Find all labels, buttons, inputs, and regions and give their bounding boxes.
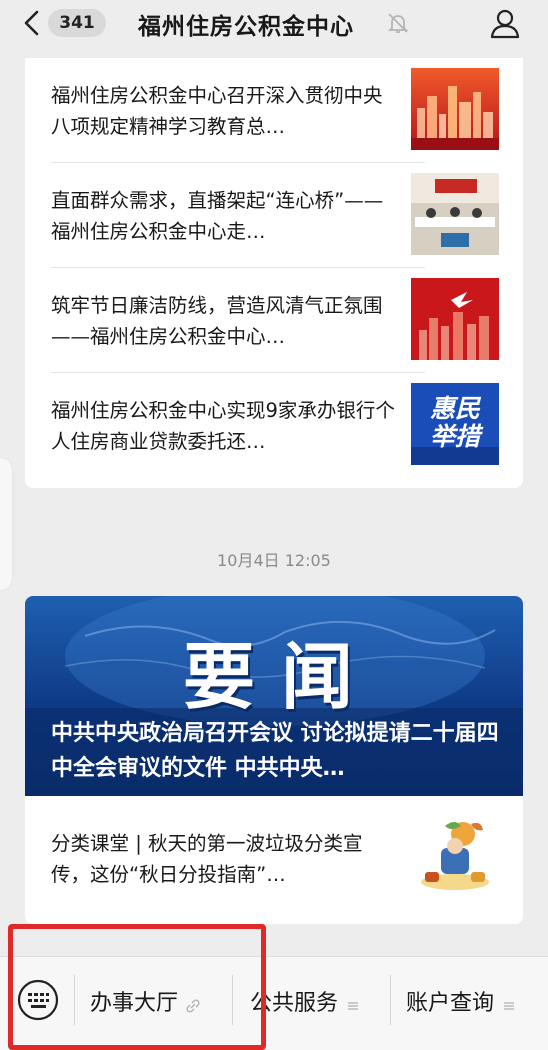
article-list-card: 福州住房公积金中心召开深入贯彻中央八项规定精神学习教育总… 直面群众需求，直播架… (25, 58, 523, 488)
article-title: 福州住房公积金中心实现9家承办银行个人住房商业贷款委托还… (51, 399, 395, 453)
message-timestamp: 10月4日 12:05 (217, 551, 331, 570)
banner-headline-word: 要闻 (183, 634, 380, 719)
menu-item-public-service[interactable]: 公共服务 (250, 983, 360, 1019)
banner-caption: 中共中央政治局召开会议 讨论拟提请二十届四中全会审议的文件 中共中央… (51, 721, 499, 781)
huimin-jucuo-thumbnail: 惠民 举措 (411, 383, 499, 465)
menu-item-label: 账户查询 (406, 991, 495, 1016)
menu-separator (232, 975, 233, 1025)
news-banner[interactable]: 要闻 中共中央政治局召开会议 讨论拟提请二十届四中全会审议的文件 中共中央… (25, 596, 523, 796)
profile-user-icon[interactable] (488, 6, 522, 40)
mute-bell-icon (386, 11, 410, 35)
bottom-menu-bar: 办事大厅 公共服务 账户查询 (0, 956, 548, 1050)
article-title: 直面群众需求，直播架起“连心桥”——福州住房公积金中心走… (51, 189, 384, 243)
article-title: 分类课堂 | 秋天的第一波垃圾分类宣传，这份“秋日分投指南”… (51, 832, 363, 886)
autumn-illustration-thumbnail (411, 816, 499, 898)
red-city-dove-thumbnail (411, 278, 499, 360)
article-item[interactable]: 福州住房公积金中心实现9家承办银行个人住房商业贷款委托还… 惠民 举措 (25, 373, 523, 478)
chat-header: 341 福州住房公积金中心 (0, 0, 548, 46)
article-title: 福州住房公积金中心召开深入贯彻中央八项规定精神学习教育总… (51, 84, 383, 138)
news-card: 要闻 中共中央政治局召开会议 讨论拟提请二十届四中全会审议的文件 中共中央… 分… (25, 596, 523, 924)
menu-lines-icon (502, 994, 516, 1010)
article-item[interactable]: 分类课堂 | 秋天的第一波垃圾分类宣传，这份“秋日分投指南”… (25, 806, 523, 916)
menu-separator (74, 975, 75, 1025)
thumb-text-line1: 惠民 (430, 395, 482, 423)
article-item[interactable]: 筑牢节日廉洁防线，营造风清气正氛围——福州住房公积金中心… (25, 268, 523, 373)
unread-count-badge[interactable]: 341 (48, 9, 106, 37)
menu-item-label: 办事大厅 (90, 991, 179, 1016)
menu-item-label: 公共服务 (250, 991, 339, 1016)
menu-item-service-hall[interactable]: 办事大厅 (90, 983, 200, 1019)
city-skyline-red-thumbnail (411, 68, 499, 150)
keyboard-toggle-icon[interactable] (17, 979, 59, 1021)
article-item[interactable]: 直面群众需求，直播架起“连心桥”——福州住房公积金中心走… (25, 163, 523, 268)
back-arrow-icon[interactable] (18, 8, 48, 38)
article-item[interactable]: 福州住房公积金中心召开深入贯彻中央八项规定精神学习教育总… (25, 58, 523, 163)
live-broadcast-room-thumbnail (411, 173, 499, 255)
page-title: 福州住房公积金中心 (138, 14, 354, 40)
article-title: 筑牢节日廉洁防线，营造风清气正氛围——福州住房公积金中心… (51, 294, 383, 348)
menu-lines-icon (346, 994, 360, 1010)
link-icon (186, 994, 200, 1013)
menu-separator (390, 975, 391, 1025)
menu-item-account-query[interactable]: 账户查询 (406, 983, 516, 1019)
thumb-text-line2: 举措 (430, 423, 484, 451)
